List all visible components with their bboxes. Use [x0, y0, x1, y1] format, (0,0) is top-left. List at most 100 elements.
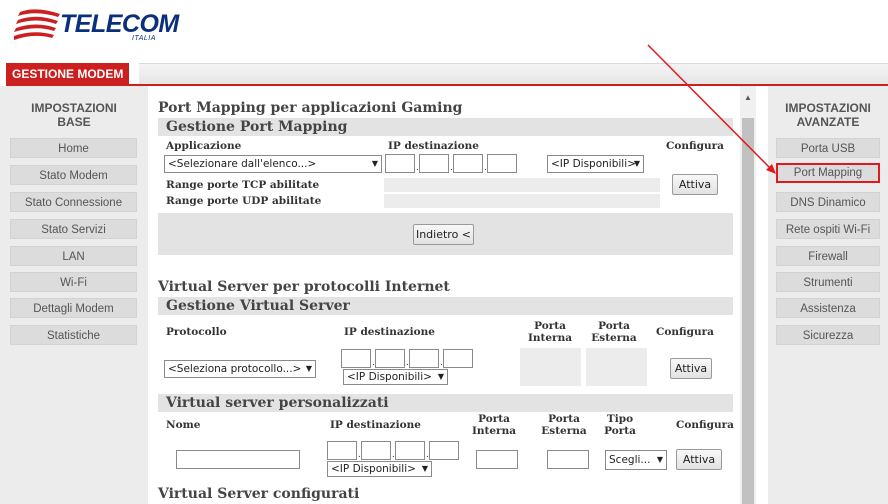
tab-gestione-modem[interactable]: GESTIONE MODEM [6, 63, 130, 85]
chevron-down-icon: ▼ [656, 455, 663, 464]
logo-subtitle: ITALIA [132, 35, 156, 42]
main-content: Port Mapping per applicazioni Gaming Ges… [148, 86, 740, 504]
sidebar-item-firewall[interactable]: Firewall [776, 246, 880, 266]
porta-interna-input[interactable] [476, 450, 518, 469]
col-porta-interna-1: Porta [534, 320, 566, 332]
col-porta-esterna-2: Esterna [541, 425, 587, 437]
port-mapping-title: Port Mapping per applicazioni Gaming [158, 100, 463, 116]
ip-available-select-value: <IP Disponibili> [551, 158, 636, 170]
application-select-value: <Selezionare dall'elenco...> [168, 158, 317, 170]
sidebar-item-stato-connessione[interactable]: Stato Connessione [10, 192, 137, 212]
ip-octet-3[interactable] [453, 154, 483, 173]
col-applicazione: Applicazione [166, 140, 242, 152]
ip-octet-2[interactable] [375, 349, 405, 368]
custom-server-activate-button[interactable]: Attiva [676, 449, 722, 470]
sidebar-item-assistenza[interactable]: Assistenza [776, 298, 880, 318]
ip-available-select[interactable]: <IP Disponibili> ▼ [327, 461, 432, 477]
back-button[interactable]: Indietro < [413, 224, 474, 245]
udp-range-value [384, 194, 660, 208]
port-mapping-subhead: Gestione Port Mapping [158, 118, 733, 136]
col-protocollo: Protocollo [166, 326, 227, 338]
sidebar-item-strumenti[interactable]: Strumenti [776, 272, 880, 292]
tcp-range-label: Range porte TCP abilitate [166, 179, 320, 191]
col-tipo-porta-2: Porta [604, 425, 636, 437]
col-porta-interna-2: Interna [527, 332, 573, 344]
col-configura: Configura [656, 326, 714, 338]
ip-octet-2[interactable] [419, 154, 449, 173]
sidebar-item-lan[interactable]: LAN [10, 246, 137, 266]
col-porta-esterna-1: Porta [598, 320, 630, 332]
ip-available-select[interactable]: <IP Disponibili> ▼ [547, 155, 644, 173]
col-porta-interna-2: Interna [471, 425, 517, 437]
logo-wordmark: TELECOM [60, 10, 179, 38]
col-ip-destinazione: IP destinazione [388, 140, 479, 152]
udp-range-label: Range porte UDP abilitate [166, 195, 322, 207]
porta-esterna-input[interactable] [547, 450, 589, 469]
col-porta-interna-1: Porta [478, 413, 510, 425]
sidebar-advanced-title-line1: IMPOSTAZIONI [785, 101, 871, 115]
sidebar-item-dns-dinamico[interactable]: DNS Dinamico [776, 192, 880, 212]
ip-octet-3[interactable] [395, 441, 425, 460]
col-nome: Nome [166, 419, 201, 431]
telecom-logo-stripes-icon [14, 9, 60, 40]
ip-octet-1[interactable] [327, 441, 357, 460]
ip-octet-4[interactable] [487, 154, 517, 173]
scroll-up-icon[interactable]: ▲ [740, 93, 756, 105]
sidebar-base-title-line2: BASE [57, 115, 91, 129]
sidebar-advanced-title-line2: AVANZATE [796, 115, 860, 129]
chevron-down-icon: ▼ [437, 372, 444, 381]
router-admin-page: TELECOM ITALIA GESTIONE MODEM IMPOSTAZIO… [0, 0, 888, 504]
application-select[interactable]: <Selezionare dall'elenco...> ▼ [164, 155, 382, 173]
col-ip-destinazione: IP destinazione [330, 419, 421, 431]
port-type-select-value: Scegli... [609, 454, 651, 466]
protocol-select[interactable]: <Seleziona protocollo...> ▼ [164, 360, 316, 378]
chevron-down-icon: ▼ [421, 464, 428, 473]
ip-octet-3[interactable] [409, 349, 439, 368]
port-mapping-activate-button[interactable]: Attiva [672, 174, 718, 195]
ip-octet-1[interactable] [385, 154, 415, 173]
sidebar-item-home[interactable]: Home [10, 138, 137, 158]
chevron-down-icon: ▼ [305, 364, 312, 373]
col-tipo-porta-1: Tipo [606, 413, 634, 425]
sidebar-item-stato-modem[interactable]: Stato Modem [10, 165, 137, 185]
sidebar-base-title-line1: IMPOSTAZIONI [31, 101, 117, 115]
sidebar-item-wifi[interactable]: Wi-Fi [10, 272, 137, 292]
tcp-range-value [384, 178, 660, 192]
header-bar [139, 63, 888, 84]
custom-servers-subhead: Virtual server personalizzati [158, 394, 733, 412]
ip-octet-4[interactable] [443, 349, 473, 368]
chevron-down-icon: ▼ [633, 159, 640, 168]
port-type-select[interactable]: Scegli... ▼ [605, 450, 667, 470]
ip-octet-1[interactable] [341, 349, 371, 368]
ip-octet-2[interactable] [361, 441, 391, 460]
chevron-down-icon: ▼ [371, 159, 378, 168]
configured-servers-title: Virtual Server configurati [158, 486, 360, 502]
name-input[interactable] [176, 450, 300, 469]
virtual-server-title: Virtual Server per protocolli Internet [158, 279, 450, 295]
col-configura: Configura [666, 140, 724, 152]
sidebar-item-port-mapping[interactable]: Port Mapping [776, 163, 880, 183]
virtual-server-activate-button[interactable]: Attiva [670, 358, 712, 379]
ip-octet-4[interactable] [429, 441, 459, 460]
sidebar-advanced: IMPOSTAZIONI AVANZATE Porta USB Port Map… [768, 86, 888, 504]
porta-interna-value [520, 348, 581, 386]
sidebar-item-stato-servizi[interactable]: Stato Servizi [10, 219, 137, 239]
sidebar-item-porta-usb[interactable]: Porta USB [776, 138, 880, 158]
sidebar-item-statistiche[interactable]: Statistiche [10, 325, 137, 345]
sidebar-item-rete-ospiti-wifi[interactable]: Rete ospiti Wi-Fi [776, 219, 880, 239]
sidebar-item-dettagli-modem[interactable]: Dettagli Modem [10, 298, 137, 318]
ip-available-select[interactable]: <IP Disponibili> ▼ [343, 369, 448, 385]
porta-esterna-value [586, 348, 647, 386]
sidebar-base: IMPOSTAZIONI BASE Home Stato Modem Stato… [0, 86, 148, 504]
protocol-select-value: <Seleziona protocollo...> [168, 363, 302, 375]
ip-available-select-value: <IP Disponibili> [331, 463, 416, 475]
sidebar-item-sicurezza[interactable]: Sicurezza [776, 325, 880, 345]
col-configura: Configura [676, 419, 734, 431]
scrollbar-thumb[interactable] [742, 118, 754, 504]
ip-available-select-value: <IP Disponibili> [347, 371, 432, 383]
virtual-server-subhead: Gestione Virtual Server [158, 297, 733, 315]
col-porta-esterna-2: Esterna [591, 332, 637, 344]
col-ip-destinazione: IP destinazione [344, 326, 435, 338]
telecom-logo: TELECOM ITALIA [14, 4, 184, 44]
col-porta-esterna-1: Porta [548, 413, 580, 425]
